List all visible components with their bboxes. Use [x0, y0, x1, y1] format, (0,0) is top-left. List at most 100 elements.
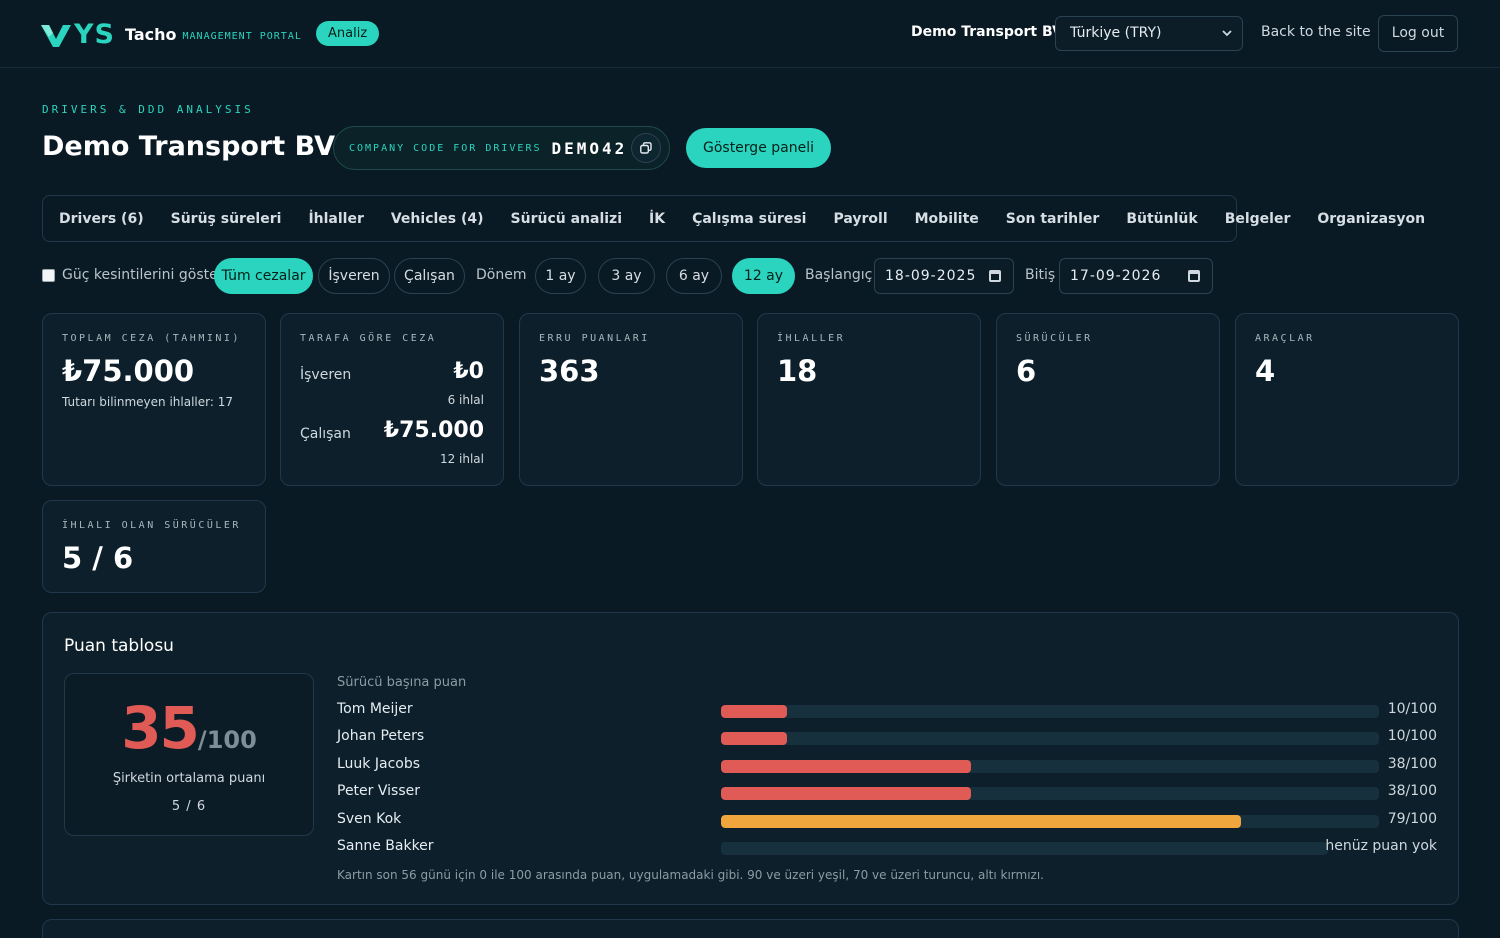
- score-bar-fill: [721, 732, 787, 745]
- penalty-filter-all[interactable]: Tüm cezalar: [214, 258, 313, 294]
- driver-score-row[interactable]: Luuk Jacobs 38/100: [337, 756, 1437, 776]
- power-outage-checkbox[interactable]: [42, 269, 55, 282]
- total-penalty-card: TOPLAM CEZA (TAHMINI) ₺75.000 Tutarı bil…: [42, 313, 266, 486]
- company-code-box: COMPANY CODE FOR DRIVERS DEMO42: [333, 126, 670, 170]
- currency-select[interactable]: Türkiye (TRY): [1055, 16, 1243, 51]
- violations-label: İHLALLER: [777, 333, 846, 344]
- dashboard-button[interactable]: Gösterge paneli: [686, 128, 831, 168]
- penalty-filter-employee[interactable]: Çalışan: [394, 258, 465, 294]
- driver-name: Peter Visser: [337, 783, 420, 799]
- violating-drivers-label: İHLALI OLAN SÜRÜCÜLER: [62, 520, 241, 531]
- period-label: Dönem: [476, 267, 527, 283]
- violating-drivers-card: İHLALI OLAN SÜRÜCÜLER 5 / 6: [42, 500, 266, 593]
- violating-drivers-value: 5 / 6: [62, 541, 134, 575]
- logo-ys: YS: [74, 19, 115, 50]
- driver-name: Johan Peters: [337, 728, 425, 744]
- score-bar-fill: [721, 705, 787, 718]
- chevron-down-icon: [1222, 17, 1232, 63]
- score-bar-track: [721, 842, 1328, 855]
- logo[interactable]: YS Tacho MANAGEMENT PORTAL: [40, 19, 302, 50]
- tab-integrity[interactable]: Bütünlük: [1126, 211, 1197, 227]
- period-1-month[interactable]: 1 ay: [535, 258, 586, 294]
- penalty-by-party-card: TARAFA GÖRE CEZA İşveren ₺0 6 ihlal Çalı…: [280, 313, 504, 486]
- start-date-label: Başlangıç: [805, 267, 873, 283]
- penalty-filter-employer[interactable]: İşveren: [318, 258, 390, 294]
- driver-score-row[interactable]: Johan Peters 10/100: [337, 728, 1437, 748]
- average-score-value: 35: [121, 694, 200, 762]
- tab-drivers[interactable]: Drivers (6): [59, 211, 144, 227]
- tab-payroll[interactable]: Payroll: [833, 211, 887, 227]
- employer-penalty-value: ₺0: [453, 359, 484, 384]
- erru-points-value: 363: [539, 354, 600, 388]
- score-bar-track: [721, 705, 1379, 718]
- driver-name: Luuk Jacobs: [337, 756, 421, 772]
- company-code-value: DEMO42: [551, 138, 628, 158]
- average-score-ratio: 5 / 6: [171, 799, 207, 814]
- vehicles-card: ARAÇLAR 4: [1235, 313, 1459, 486]
- start-date-input[interactable]: 18-09-2025: [874, 258, 1014, 294]
- score-bar-track: [721, 732, 1379, 745]
- vehicles-label: ARAÇLAR: [1255, 333, 1315, 344]
- copy-icon[interactable]: [631, 133, 661, 163]
- tab-violations[interactable]: İhlaller: [308, 211, 363, 227]
- end-date-input[interactable]: 17-09-2026: [1059, 258, 1213, 294]
- erru-points-card: ERRU PUANLARI 363: [519, 313, 743, 486]
- employee-penalty-value: ₺75.000: [383, 418, 484, 443]
- employer-label: İşveren: [300, 367, 352, 383]
- driver-score-label: 79/100: [1387, 811, 1437, 827]
- next-section-card: [42, 919, 1459, 938]
- power-outage-label: Güç kesintilerini göster: [62, 267, 224, 283]
- unknown-amount-note: Tutarı bilinmeyen ihlaller: 17: [62, 395, 233, 409]
- analysis-badge: Analiz: [316, 21, 380, 46]
- driver-score-row[interactable]: Tom Meijer 10/100: [337, 701, 1437, 721]
- tab-documents[interactable]: Belgeler: [1225, 211, 1291, 227]
- violations-value: 18: [777, 354, 818, 388]
- score-board-title: Puan tablosu: [64, 636, 174, 656]
- average-score: 35/100: [65, 694, 313, 762]
- driver-name: Sven Kok: [337, 811, 402, 827]
- driver-score-label: 38/100: [1387, 783, 1437, 799]
- tab-deadlines[interactable]: Son tarihler: [1006, 211, 1100, 227]
- top-bar: YS Tacho MANAGEMENT PORTAL Analiz Demo T…: [0, 0, 1500, 68]
- tab-working-time[interactable]: Çalışma süresi: [692, 211, 806, 227]
- score-bar-track: [721, 787, 1379, 800]
- per-driver-title: Sürücü başına puan: [337, 675, 467, 690]
- driver-score-row[interactable]: Peter Visser 38/100: [337, 783, 1437, 803]
- currency-select-value: Türkiye (TRY): [1070, 25, 1162, 41]
- tab-hr[interactable]: İK: [649, 211, 665, 227]
- drivers-card: SÜRÜCÜLER 6: [996, 313, 1220, 486]
- tab-driving-times[interactable]: Sürüş süreleri: [171, 211, 282, 227]
- average-score-caption: Şirketin ortalama puanı: [112, 771, 266, 786]
- back-to-site-link[interactable]: Back to the site: [1261, 24, 1371, 40]
- tab-vehicles[interactable]: Vehicles (4): [391, 211, 484, 227]
- employer-violation-count: 6 ihlal: [447, 393, 484, 407]
- tab-mobility[interactable]: Mobilite: [915, 211, 979, 227]
- end-date-label: Bitiş: [1025, 267, 1056, 283]
- drivers-label: SÜRÜCÜLER: [1016, 333, 1093, 344]
- score-bar-fill: [721, 815, 1241, 828]
- filter-bar: Güç kesintilerini göster Tüm cezalar İşv…: [42, 258, 1462, 294]
- tab-organization[interactable]: Organizasyon: [1317, 211, 1425, 227]
- period-3-months[interactable]: 3 ay: [598, 258, 655, 294]
- header-company-name: Demo Transport BV: [911, 24, 1063, 40]
- score-bar-fill: [721, 760, 972, 773]
- calendar-icon[interactable]: [989, 270, 1001, 282]
- total-penalty-value: ₺75.000: [62, 354, 195, 388]
- period-12-months[interactable]: 12 ay: [732, 258, 795, 294]
- score-bar-track: [721, 815, 1379, 828]
- page-kicker: DRIVERS & DDD ANALYSIS: [42, 103, 254, 116]
- score-board-footnote: Kartın son 56 günü için 0 ile 100 arasın…: [337, 868, 1044, 882]
- calendar-icon[interactable]: [1188, 270, 1200, 282]
- period-6-months[interactable]: 6 ay: [666, 258, 722, 294]
- driver-score-row[interactable]: Sven Kok 79/100: [337, 811, 1437, 831]
- driver-name: Tom Meijer: [337, 701, 413, 717]
- driver-score-row[interactable]: Sanne Bakker henüz puan yok: [337, 838, 1437, 858]
- start-date-value: 18-09-2025: [885, 268, 977, 284]
- company-code-label: COMPANY CODE FOR DRIVERS: [349, 142, 542, 154]
- driver-name: Sanne Bakker: [337, 838, 434, 854]
- logout-button[interactable]: Log out: [1378, 15, 1458, 52]
- driver-score-label: 10/100: [1387, 701, 1437, 717]
- tab-driver-analysis[interactable]: Sürücü analizi: [511, 211, 622, 227]
- employee-violation-count: 12 ihlal: [439, 452, 484, 466]
- logo-name: Tacho: [125, 25, 177, 44]
